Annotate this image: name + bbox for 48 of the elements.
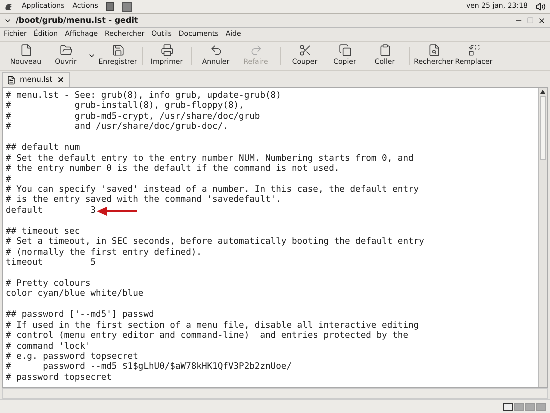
code-line: # If used in the first section of a menu file, disable all interactive editing — [6, 320, 420, 331]
code-line: # You can specify 'saved' instead of a number. In this case, the default entry — [6, 184, 420, 195]
workspace-switcher-item[interactable] — [525, 402, 535, 410]
close-tab-icon[interactable] — [56, 76, 65, 84]
scrollbar[interactable] — [538, 88, 547, 387]
code-line: # menu.lst - See: grub(8), info grub, update-grub(8) — [6, 91, 282, 101]
document-icon — [7, 76, 16, 84]
code-line: # command 'lock' — [6, 342, 91, 352]
code-line: # e.g. password topsecret — [6, 352, 138, 362]
scroll-up-icon[interactable] — [539, 88, 547, 96]
code-line: # — [6, 174, 12, 185]
code-line: ## timeout sec — [6, 226, 80, 237]
code-line: # is the entry saved with the command 'savedefault'. — [6, 195, 282, 206]
file-icon — [20, 44, 32, 58]
code-line: ## default num — [6, 143, 80, 154]
code-line: # control (menu entry editor and command-line) and entries protected by the — [6, 331, 409, 342]
dropdown-caret-icon[interactable] — [88, 52, 96, 60]
code-line: timeout 5 — [6, 258, 96, 268]
code-line: # password --md5 $1$gLhU0/$aW78kHK1QfV3P2b2znUoe/ — [6, 362, 292, 373]
code-line: # Pretty colours — [6, 278, 91, 289]
workspace-switcher-item[interactable] — [514, 402, 524, 410]
code-line: # the entry number 0 is the default if the command is not used. — [6, 164, 340, 175]
arrow-icon — [97, 206, 138, 216]
scissors-icon — [298, 44, 312, 58]
code-line: default 3 — [6, 206, 96, 216]
floppy-icon — [112, 44, 124, 58]
code-line: # grub-md5-crypt, /usr/share/doc/grub — [6, 112, 260, 122]
code-line: # and /usr/share/doc/grub-doc/. — [6, 122, 228, 133]
copy-icon — [338, 44, 352, 58]
workspace-switcher-item[interactable] — [536, 402, 546, 410]
clipboard-icon — [378, 44, 392, 58]
volume-icon[interactable] — [536, 2, 546, 12]
code-line: ## password ['--md5'] passwd — [6, 310, 154, 321]
workspace-switcher-item[interactable] — [503, 402, 513, 410]
window-title: /boot/grub/menu.lst - gedit — [16, 14, 138, 26]
code-line: # Set a timeout, in SEC seconds, before automatically booting the default entry — [6, 237, 424, 248]
undo-icon — [210, 44, 222, 58]
code-line: # (normally the first entry defined). — [6, 248, 202, 258]
code-line: # password topsecret — [6, 372, 112, 384]
replace-icon — [468, 44, 480, 58]
code-line: # Set the default entry to the entry number NUM. Numbering starts from 0, and — [6, 154, 414, 164]
printer-icon — [160, 44, 174, 58]
code-line: color cyan/blue white/blue — [6, 289, 144, 300]
code-line: # grub-install(8), grub-floppy(8), — [6, 101, 244, 112]
search-icon — [428, 44, 440, 58]
redo-icon — [250, 44, 262, 58]
close-icon[interactable] — [538, 16, 546, 24]
folder-icon — [60, 44, 72, 58]
